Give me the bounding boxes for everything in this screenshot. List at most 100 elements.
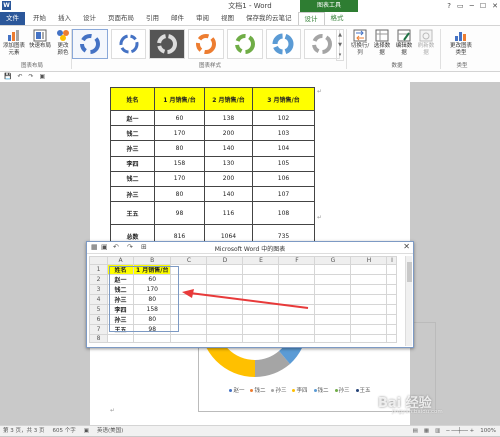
- name-cell[interactable]: 李四: [110, 155, 155, 172]
- cell[interactable]: [314, 264, 352, 276]
- value-cell[interactable]: 158: [154, 155, 205, 172]
- tab-chart-format[interactable]: 格式: [325, 12, 350, 25]
- language[interactable]: 英语(美国): [97, 426, 123, 437]
- cell[interactable]: [386, 264, 398, 276]
- tab-file[interactable]: 文件: [0, 12, 25, 25]
- column-header[interactable]: G: [314, 256, 352, 266]
- cell[interactable]: [386, 304, 398, 316]
- read-mode-icon[interactable]: ▤: [413, 426, 418, 437]
- name-cell[interactable]: 钱二: [110, 125, 155, 142]
- name-cell[interactable]: 赵一: [110, 109, 155, 127]
- chart-style-7[interactable]: [304, 29, 341, 59]
- cell[interactable]: 170: [132, 284, 172, 296]
- cell[interactable]: [350, 324, 388, 336]
- close-icon[interactable]: ✕: [403, 242, 410, 251]
- proofing-icon[interactable]: ▣: [84, 426, 89, 437]
- value-cell[interactable]: 200: [204, 170, 253, 187]
- row-header[interactable]: 8: [89, 334, 108, 344]
- cell[interactable]: [206, 334, 244, 344]
- column-header[interactable]: F: [278, 256, 316, 266]
- cell[interactable]: [350, 334, 388, 344]
- cell[interactable]: [350, 314, 388, 326]
- edit-data-button[interactable]: 编辑数据: [394, 29, 414, 57]
- quick-layout-button[interactable]: 快速布局: [29, 29, 51, 50]
- cell[interactable]: 李四: [107, 304, 134, 316]
- cell[interactable]: 60: [132, 274, 172, 286]
- value-cell[interactable]: 105: [252, 155, 315, 172]
- maximize-button[interactable]: ☐: [480, 0, 486, 12]
- value-cell[interactable]: 170: [154, 170, 205, 187]
- print-layout-icon[interactable]: ▦: [424, 426, 429, 437]
- word-count[interactable]: 605 个字: [53, 426, 76, 437]
- row-header[interactable]: 6: [89, 314, 108, 326]
- cell[interactable]: [170, 324, 208, 336]
- cell[interactable]: [314, 274, 352, 286]
- value-cell[interactable]: 104: [252, 140, 315, 157]
- help-button[interactable]: ?: [447, 0, 451, 12]
- value-cell[interactable]: 116: [204, 201, 253, 226]
- cell[interactable]: [170, 264, 208, 276]
- select-data-button[interactable]: 选择数据: [372, 29, 392, 57]
- cell[interactable]: 98: [132, 324, 172, 336]
- header-cell[interactable]: 1 月销售/台: [154, 87, 205, 111]
- cell[interactable]: [242, 274, 280, 286]
- row-header[interactable]: 4: [89, 294, 108, 306]
- cell[interactable]: 80: [132, 294, 172, 306]
- tab-review[interactable]: 审阅: [190, 12, 215, 25]
- value-cell[interactable]: 140: [204, 140, 253, 157]
- cell[interactable]: 赵一: [107, 274, 134, 286]
- cell[interactable]: [278, 334, 316, 344]
- cell[interactable]: [314, 304, 352, 316]
- cell[interactable]: [386, 284, 398, 296]
- cell[interactable]: [132, 334, 172, 344]
- column-header[interactable]: C: [170, 256, 208, 266]
- vertical-scrollbar[interactable]: [405, 256, 412, 346]
- change-chart-type-button[interactable]: 更改图表类型: [448, 29, 474, 57]
- cell[interactable]: [242, 324, 280, 336]
- cell[interactable]: [314, 294, 352, 306]
- cell[interactable]: 158: [132, 304, 172, 316]
- cell[interactable]: 姓名: [107, 264, 134, 276]
- value-cell[interactable]: 106: [252, 170, 315, 187]
- page-count[interactable]: 第 3 页，共 3 页: [3, 426, 45, 437]
- cell[interactable]: [386, 314, 398, 326]
- ribbon-display-button[interactable]: ▭: [457, 0, 464, 12]
- header-cell[interactable]: 姓名: [110, 87, 155, 111]
- tab-home[interactable]: 开始: [27, 12, 52, 25]
- value-cell[interactable]: 80: [154, 140, 205, 157]
- value-cell[interactable]: 108: [252, 201, 315, 226]
- cell[interactable]: [314, 314, 352, 326]
- gallery-scroll[interactable]: ▲ ▼ ▾: [336, 29, 344, 61]
- cell[interactable]: [242, 264, 280, 276]
- cell[interactable]: [350, 264, 388, 276]
- cell[interactable]: [206, 264, 244, 276]
- chart-style-6[interactable]: [265, 29, 302, 59]
- minimize-button[interactable]: ─: [470, 0, 474, 12]
- cell[interactable]: [278, 264, 316, 276]
- cell[interactable]: [314, 324, 352, 336]
- row-header[interactable]: 5: [89, 304, 108, 316]
- cell[interactable]: [350, 274, 388, 286]
- value-cell[interactable]: 60: [154, 109, 205, 127]
- chart-style-4[interactable]: [188, 29, 224, 59]
- cell[interactable]: [350, 294, 388, 306]
- cell[interactable]: [386, 324, 398, 336]
- tab-insert[interactable]: 插入: [52, 12, 77, 25]
- value-cell[interactable]: 80: [154, 185, 205, 203]
- cell[interactable]: [386, 334, 398, 344]
- row-header[interactable]: 1: [89, 264, 108, 276]
- cell[interactable]: 孙三: [107, 314, 134, 326]
- refresh-data-button[interactable]: 刷新数据: [416, 29, 436, 57]
- zoom-slider[interactable]: ─ ──┼── +: [446, 426, 474, 437]
- cell[interactable]: [278, 274, 316, 286]
- cell[interactable]: 王五: [107, 324, 134, 336]
- web-layout-icon[interactable]: ▥: [435, 426, 440, 437]
- tab-page-layout[interactable]: 页面布局: [102, 12, 140, 25]
- cell[interactable]: [278, 324, 316, 336]
- cell[interactable]: 孙三: [107, 294, 134, 306]
- column-header[interactable]: A: [107, 256, 134, 266]
- chart-style-2[interactable]: [110, 29, 147, 59]
- cell[interactable]: 钱二: [107, 284, 134, 296]
- undo-icon[interactable]: ↶: [17, 72, 22, 82]
- close-button[interactable]: ✕: [492, 0, 498, 12]
